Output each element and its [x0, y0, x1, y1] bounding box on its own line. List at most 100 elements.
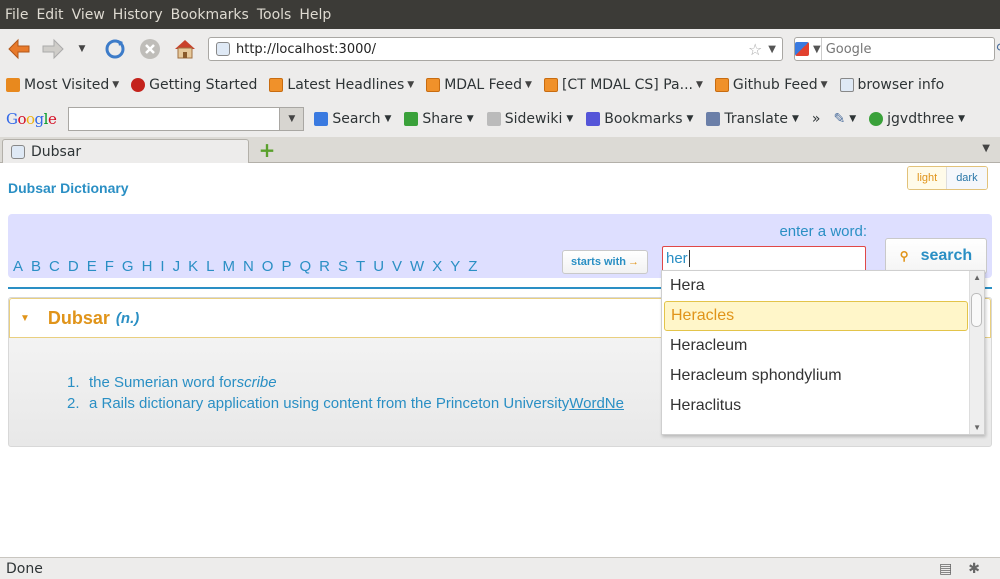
user-account-button[interactable]: jgvdthree ▼	[869, 111, 965, 127]
bookmark-label: Github Feed	[732, 77, 818, 93]
letter-link-w[interactable]: W	[410, 258, 424, 275]
autocomplete-option[interactable]: Heracles	[664, 301, 968, 331]
bookmark-item[interactable]: [CT MDAL CS] Pa... ▼	[543, 77, 703, 93]
home-button[interactable]	[172, 36, 198, 62]
back-arrow-icon	[8, 38, 30, 60]
bookmark-item[interactable]: Github Feed ▼	[714, 77, 828, 93]
letter-link-z[interactable]: Z	[468, 258, 477, 275]
url-bar[interactable]: http://localhost:3000/ ☆ ▼	[208, 37, 783, 61]
autocomplete-option[interactable]: Hera	[662, 271, 968, 301]
letter-link-l[interactable]: L	[206, 258, 214, 275]
toolbar-share-button[interactable]: Share ▼	[404, 111, 474, 127]
letter-link-x[interactable]: X	[432, 258, 442, 275]
user-status-icon	[869, 112, 884, 126]
scroll-thumb[interactable]	[971, 293, 982, 327]
autocomplete-option[interactable]: Heracleum	[662, 331, 968, 361]
google-toolbar-dropdown[interactable]: ▼	[279, 108, 304, 130]
letter-link-a[interactable]: A	[13, 258, 23, 275]
menu-help[interactable]: Help	[296, 7, 334, 23]
stop-button[interactable]	[137, 36, 163, 62]
menu-file[interactable]: File	[2, 7, 31, 23]
firebug-icon[interactable]: ✱	[968, 561, 980, 577]
menu-view[interactable]: View	[69, 7, 108, 23]
letter-link-o[interactable]: O	[262, 258, 274, 275]
autocomplete-option[interactable]: Heraclitus	[662, 391, 968, 421]
logo-letter: o	[17, 110, 27, 128]
toolbar-translate-button[interactable]: Translate ▼	[706, 111, 799, 127]
tab-dubsar[interactable]: Dubsar	[2, 139, 249, 163]
browser-search-input[interactable]	[821, 41, 996, 57]
letter-link-b[interactable]: B	[31, 258, 41, 275]
url-dropdown-icon[interactable]: ▼	[768, 44, 776, 55]
letter-link-q[interactable]: Q	[299, 258, 311, 275]
bookmark-label: MDAL Feed	[444, 77, 523, 93]
letter-link-s[interactable]: S	[338, 258, 348, 275]
collapse-triangle-icon[interactable]: ▼	[20, 313, 30, 324]
letter-link-f[interactable]: F	[105, 258, 114, 275]
scroll-down-icon[interactable]: ▼	[973, 423, 981, 432]
letter-link-n[interactable]: N	[243, 258, 254, 275]
letter-link-e[interactable]: E	[87, 258, 97, 275]
back-button[interactable]	[6, 36, 32, 62]
autocomplete-scrollbar[interactable]: ▲ ▼	[969, 271, 984, 434]
wrench-menu-button[interactable]: ✎ ▼	[833, 111, 856, 127]
word-search-input[interactable]: her	[662, 246, 866, 272]
letter-link-r[interactable]: R	[319, 258, 330, 275]
letter-link-p[interactable]: P	[281, 258, 291, 275]
starts-with-button[interactable]: starts with →	[562, 250, 648, 274]
letter-link-g[interactable]: G	[122, 258, 134, 275]
letter-link-m[interactable]: M	[222, 258, 235, 275]
toolbar-search-button[interactable]: Search ▼	[314, 111, 391, 127]
search-icon[interactable]: ⚲	[996, 42, 1000, 57]
text-cursor	[688, 250, 690, 267]
chevron-down-icon: ▼	[384, 114, 392, 124]
letter-link-d[interactable]: D	[68, 258, 79, 275]
letter-link-v[interactable]: V	[392, 258, 402, 275]
bookmark-item[interactable]: browser info	[839, 77, 944, 93]
site-title[interactable]: Dubsar Dictionary	[8, 180, 129, 196]
letter-link-u[interactable]: U	[373, 258, 384, 275]
browser-search-bar[interactable]: ▼ ⚲	[794, 37, 1000, 61]
definition-text: the Sumerian word for	[89, 374, 237, 391]
autocomplete-option[interactable]: Heracleum sphondylium	[662, 361, 968, 391]
menu-edit[interactable]: Edit	[33, 7, 66, 23]
menu-bookmarks[interactable]: Bookmarks	[168, 7, 252, 23]
notes-icon[interactable]: ▤	[939, 561, 952, 577]
forward-button[interactable]	[40, 36, 66, 62]
most-visited-icon	[6, 78, 20, 92]
list-all-tabs-icon[interactable]: ▼	[982, 143, 990, 154]
definition-number: 1.	[67, 374, 80, 391]
letter-link-i[interactable]: I	[160, 258, 164, 275]
letter-link-h[interactable]: H	[142, 258, 153, 275]
toolbar-bookmarks-button[interactable]: Bookmarks ▼	[586, 111, 693, 127]
scroll-up-icon[interactable]: ▲	[973, 273, 981, 282]
bookmark-label: [CT MDAL CS] Pa...	[561, 77, 693, 93]
letter-link-j[interactable]: J	[173, 258, 181, 275]
search-button[interactable]: ⚲ search	[885, 238, 987, 274]
search-engine-selector[interactable]: ▼	[795, 38, 822, 60]
url-text[interactable]: http://localhost:3000/	[236, 42, 748, 57]
theme-light-button[interactable]: light	[908, 167, 948, 189]
toolbar-sidewiki-button[interactable]: Sidewiki ▼	[486, 111, 573, 127]
toolbar-more-button[interactable]: »	[812, 111, 821, 127]
google-toolbar-input[interactable]	[69, 108, 279, 130]
history-dropdown[interactable]: ▼	[72, 36, 92, 62]
bookmark-item[interactable]: Latest Headlines ▼	[269, 77, 414, 93]
theme-dark-button[interactable]: dark	[947, 167, 987, 189]
menu-tools[interactable]: Tools	[254, 7, 295, 23]
reload-button[interactable]	[102, 36, 128, 62]
bookmark-item[interactable]: Getting Started	[131, 77, 257, 93]
menu-history[interactable]: History	[110, 7, 166, 23]
bookmark-item[interactable]: Most Visited ▼	[6, 77, 119, 93]
bookmark-star-icon[interactable]: ☆	[748, 40, 762, 59]
google-toolbar-search[interactable]: ▼	[68, 107, 305, 131]
google-engine-icon	[795, 42, 809, 56]
new-tab-button[interactable]: +	[258, 140, 276, 160]
wordnet-link[interactable]: WordNe	[569, 395, 624, 412]
letter-link-y[interactable]: Y	[450, 258, 460, 275]
letter-link-k[interactable]: K	[188, 258, 198, 275]
site-identity-icon[interactable]	[216, 42, 230, 56]
bookmark-item[interactable]: MDAL Feed ▼	[426, 77, 532, 93]
letter-link-c[interactable]: C	[49, 258, 60, 275]
letter-link-t[interactable]: T	[356, 258, 365, 275]
